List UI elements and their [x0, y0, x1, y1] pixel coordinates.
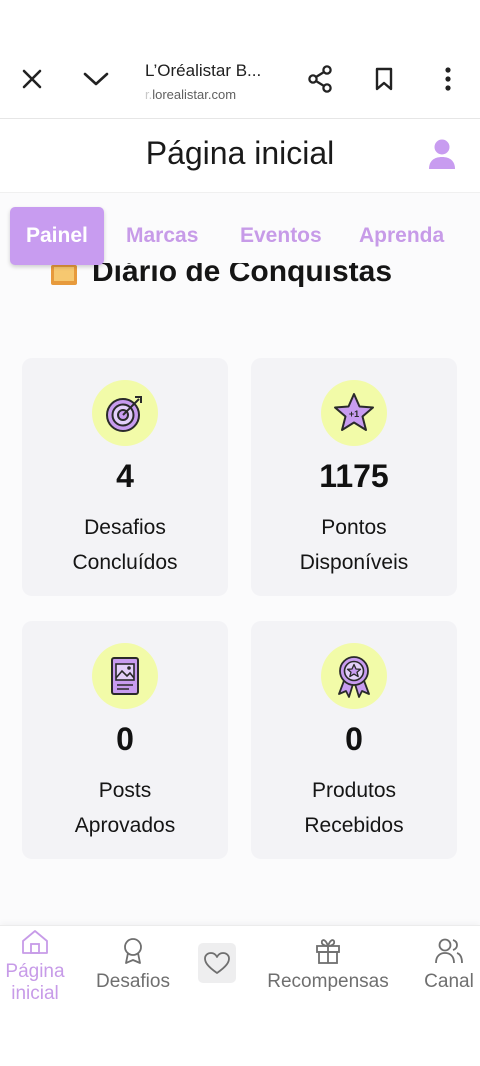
tabs-area: Diário de Conquistas Painel Marcas Event…: [0, 193, 480, 303]
bookmark-icon[interactable]: [368, 63, 400, 95]
stat-label-line1: Produtos: [311, 779, 397, 802]
star-plus-one-icon: +1: [321, 380, 387, 446]
nav-item-home[interactable]: Página inicial: [0, 929, 70, 1005]
nav-label-line2: inicial: [11, 983, 59, 1004]
stat-label: Pontos Disponíveis: [251, 510, 457, 580]
stat-card-posts: 0 Posts Aprovados: [22, 621, 228, 859]
tab-marcas[interactable]: Marcas: [126, 207, 198, 265]
stat-label-line2: Disponíveis: [299, 551, 409, 574]
nav-label: Canal: [424, 971, 474, 992]
url-domain: lorealistar.com: [152, 87, 237, 102]
target-icon: [92, 380, 158, 446]
nav-label: Página: [5, 961, 65, 982]
more-vert-icon[interactable]: [432, 63, 464, 95]
gift-icon: [316, 939, 340, 964]
stat-label-line1: Desafios: [84, 516, 166, 539]
app-header: Página inicial: [0, 119, 480, 193]
browser-url[interactable]: r.lorealistar.com: [145, 87, 236, 102]
tab-painel[interactable]: Painel: [10, 207, 104, 265]
stat-label-line2: Aprovados: [74, 814, 176, 837]
nav-item-favorites[interactable]: [198, 943, 236, 983]
stat-label: Produtos Recebidos: [251, 773, 457, 843]
browser-toolbar: L’Oréalistar B... r.lorealistar.com: [0, 40, 480, 119]
stat-label: Posts Aprovados: [22, 773, 228, 843]
stat-label-line2: Concluídos: [72, 551, 178, 574]
stat-value: 4: [116, 458, 134, 494]
share-icon[interactable]: [304, 63, 336, 95]
chevron-down-icon[interactable]: [80, 63, 112, 95]
profile-icon[interactable]: [426, 137, 458, 173]
award-ribbon-icon: [321, 643, 387, 709]
browser-page-title[interactable]: L’Oréalistar B...: [145, 61, 261, 81]
nav-item-rewards[interactable]: Recompensas: [257, 937, 399, 993]
stat-value: 1175: [319, 458, 389, 494]
stat-value: 0: [116, 721, 134, 757]
stat-label: Desafios Concluídos: [22, 510, 228, 580]
nav-item-channel[interactable]: Canal: [418, 937, 480, 993]
blank-area: [0, 1002, 480, 1066]
stat-card-challenges: 4 Desafios Concluídos: [22, 358, 228, 596]
nav-label: Desafios: [96, 971, 170, 992]
close-icon[interactable]: [16, 63, 48, 95]
stat-label-line1: Pontos: [321, 516, 387, 539]
stat-card-products: 0 Produtos Recebidos: [251, 621, 457, 859]
dashboard-content: 4 Desafios Concluídos +1 1175 Pontos Dispo…: [0, 303, 480, 925]
medal-icon: [124, 938, 142, 964]
stat-label-line2: Recebidos: [304, 814, 404, 837]
users-icon: [435, 938, 463, 964]
bottom-navigation: Página inicial Desafios Recompensas Canal: [0, 925, 480, 1005]
tab-aprenda[interactable]: Aprenda: [359, 207, 444, 265]
heart-icon: [204, 952, 230, 974]
stat-card-points: +1 1175 Pontos Disponíveis: [251, 358, 457, 596]
svg-text:+1: +1: [349, 409, 359, 419]
nav-label: Recompensas: [267, 971, 389, 992]
page-title: Página inicial: [145, 135, 335, 171]
stat-label-line1: Posts: [98, 779, 152, 802]
post-image-icon: [92, 643, 158, 709]
stat-value: 0: [345, 721, 363, 757]
nav-item-challenges[interactable]: Desafios: [88, 937, 178, 993]
home-icon: [22, 930, 48, 954]
tab-eventos[interactable]: Eventos: [240, 207, 322, 265]
